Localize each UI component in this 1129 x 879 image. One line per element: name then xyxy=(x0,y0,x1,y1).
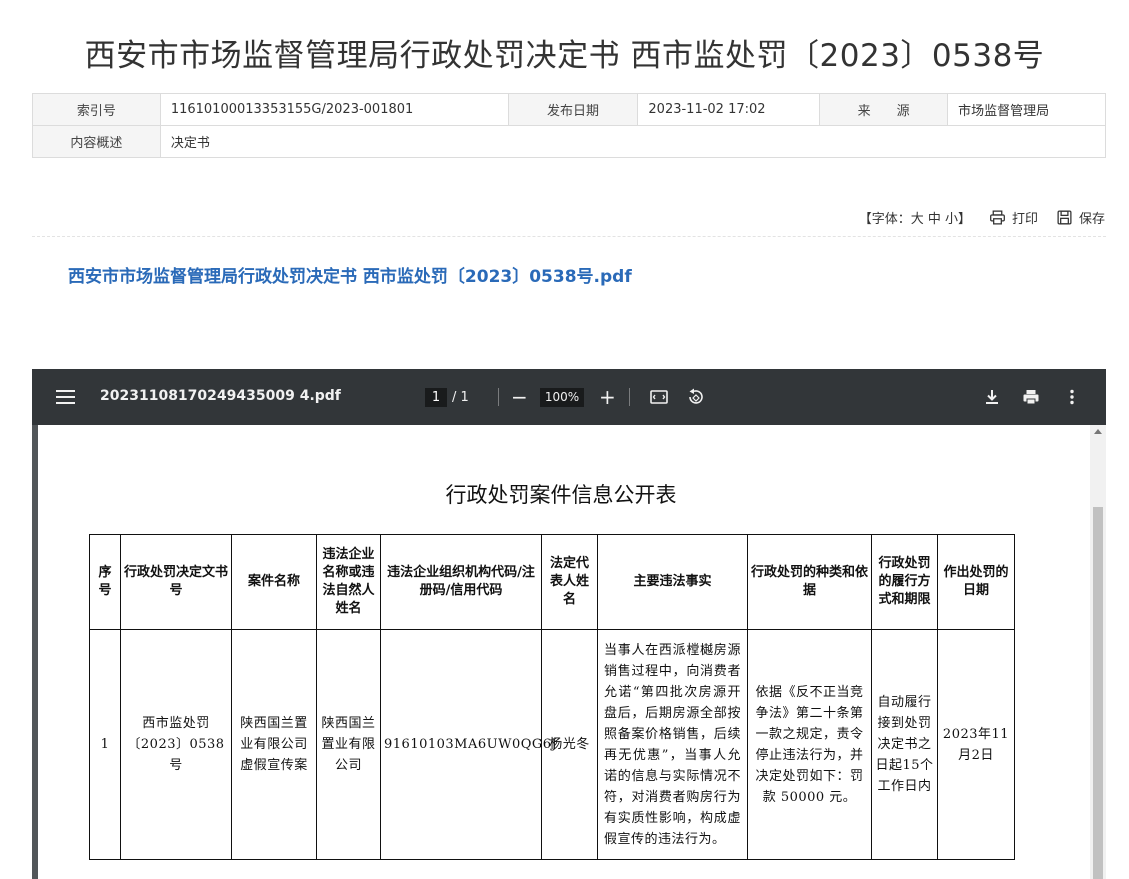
cell-date: 2023年11月2日 xyxy=(937,629,1015,860)
more-icon[interactable] xyxy=(1062,387,1082,407)
summary-value: 决定书 xyxy=(159,125,1107,158)
header-cell: 违法企业组织机构代码/注册码/信用代码 xyxy=(380,534,542,630)
font-size-selector[interactable]: 【字体：大 中 小】 xyxy=(859,208,971,227)
header-cell: 行政处罚决定文书号 xyxy=(120,534,232,630)
pdf-filename: 20231108170249435009 4.pdf xyxy=(100,388,341,404)
save-button[interactable]: 保存 xyxy=(1056,208,1105,227)
header-cell: 法定代表人姓名 xyxy=(541,534,598,630)
download-icon[interactable] xyxy=(982,387,1002,407)
scroll-thumb[interactable] xyxy=(1093,507,1103,879)
print-label: 打印 xyxy=(1011,212,1038,227)
cell-execution: 自动履行接到处罚决定书之日起15个工作日内 xyxy=(871,629,938,860)
summary-label: 内容概述 xyxy=(32,125,161,158)
article-tools: 【字体：大 中 小】 打印 保存 xyxy=(859,208,1105,227)
cell-seq: 1 xyxy=(89,629,121,860)
date-label: 发布日期 xyxy=(507,93,639,126)
print-button[interactable]: 打印 xyxy=(989,208,1038,227)
cell-company: 陕西国兰置业有限公司 xyxy=(316,629,381,860)
table-header-row: 序号 行政处罚决定文书号 案件名称 违法企业名称或违法自然人姓名 违法企业组织机… xyxy=(89,534,1015,630)
scroll-up-arrow-icon[interactable] xyxy=(1094,429,1102,434)
menu-icon[interactable] xyxy=(56,388,75,406)
header-cell: 违法企业名称或违法自然人姓名 xyxy=(316,534,381,630)
pdf-viewer: 20231108170249435009 4.pdf 1 / 1 − 100% … xyxy=(32,369,1106,879)
zoom-input[interactable]: 100% xyxy=(540,388,584,407)
zoom-in-icon[interactable]: + xyxy=(599,385,616,409)
header-cell: 作出处罚的日期 xyxy=(937,534,1015,630)
case-table: 序号 行政处罚决定文书号 案件名称 违法企业名称或违法自然人姓名 违法企业组织机… xyxy=(89,534,1015,860)
pdf-page: 行政处罚案件信息公开表 序号 行政处罚决定文书号 案件名称 违法企业名称或违法自… xyxy=(38,425,1090,879)
index-label: 索引号 xyxy=(32,93,161,126)
print-icon[interactable] xyxy=(1021,387,1041,407)
zoom-out-icon[interactable]: − xyxy=(511,385,528,409)
document-title: 行政处罚案件信息公开表 xyxy=(445,483,677,507)
cell-penalty: 依据《反不正当竞争法》第二十条第一款之规定，责令停止违法行为，并决定处罚如下：罚… xyxy=(747,629,872,860)
header-cell: 主要违法事实 xyxy=(597,534,748,630)
save-icon xyxy=(1057,210,1072,225)
cell-case-name: 陕西国兰置业有限公司虚假宣传案 xyxy=(231,629,317,860)
divider xyxy=(32,236,1106,237)
cell-legal-rep: 杨光冬 xyxy=(541,629,598,860)
header-cell: 行政处罚的履行方式和期限 xyxy=(871,534,938,630)
page-number-input[interactable]: 1 xyxy=(425,388,447,407)
index-value: 11610100013353155G/2023-001801 xyxy=(159,93,509,126)
header-cell: 案件名称 xyxy=(231,534,317,630)
fit-page-icon[interactable] xyxy=(649,387,669,407)
date-value: 2023-11-02 17:02 xyxy=(637,93,821,126)
rotate-icon[interactable] xyxy=(686,387,706,407)
header-cell: 行政处罚的种类和依据 xyxy=(747,534,872,630)
cell-facts: 当事人在西派樘樾房源销售过程中，向消费者允诺“第四批次房源开盘后，后期房源全部按… xyxy=(597,629,748,860)
cell-credit-code: 91610103MA6UW0QG6J xyxy=(380,629,557,860)
page-title: 西安市市场监督管理局行政处罚决定书 西市监处罚〔2023〕0538号 xyxy=(84,38,1045,74)
pdf-scrollbar[interactable] xyxy=(1090,425,1106,879)
header-cell: 序号 xyxy=(89,534,121,630)
printer-icon xyxy=(990,210,1005,225)
meta-table: 索引号 11610100013353155G/2023-001801 发布日期 … xyxy=(32,93,1107,158)
toolbar-separator xyxy=(629,388,630,406)
save-label: 保存 xyxy=(1078,212,1105,227)
source-label: 来 源 xyxy=(819,93,949,126)
pdf-toolbar: 20231108170249435009 4.pdf 1 / 1 − 100% … xyxy=(32,369,1106,425)
page-total: / 1 xyxy=(452,390,469,405)
cell-doc-no: 西市监处罚〔2023〕0538号 xyxy=(120,629,232,860)
source-value: 市场监督管理局 xyxy=(947,93,1106,126)
attachment-link[interactable]: 西安市市场监督管理局行政处罚决定书 西市监处罚〔2023〕0538号.pdf xyxy=(68,262,632,287)
toolbar-separator xyxy=(498,388,499,406)
table-row: 1 西市监处罚〔2023〕0538号 陕西国兰置业有限公司虚假宣传案 陕西国兰置… xyxy=(89,629,1015,860)
